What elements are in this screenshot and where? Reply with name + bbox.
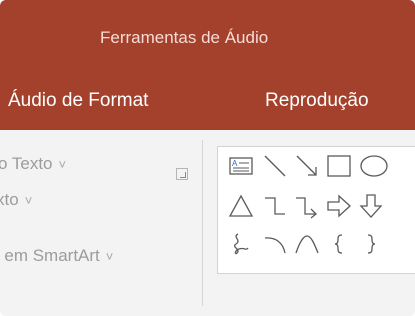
group-divider — [202, 140, 203, 306]
arrow-line-icon[interactable] — [294, 153, 320, 179]
powerpoint-ribbon: Ferramentas de Áudio Áudio de Format Rep… — [0, 0, 415, 316]
tab-audio-format[interactable]: Áudio de Format — [8, 90, 148, 112]
chevron-down-icon: ˅ — [58, 157, 67, 172]
convert-to-smartart-button[interactable]: r em SmartArt ˅ — [0, 246, 113, 266]
freeform-scribble-icon[interactable] — [228, 231, 254, 257]
tab-playback[interactable]: Reprodução — [265, 90, 369, 112]
arc-icon[interactable] — [262, 231, 288, 257]
contextual-tab-group-title: Ferramentas de Áudio — [100, 28, 269, 47]
chevron-down-icon: ˅ — [24, 193, 33, 208]
elbow-connector-icon[interactable] — [262, 193, 288, 219]
convert-to-smartart-label: r em SmartArt — [0, 246, 100, 265]
shapes-gallery: A — [217, 146, 415, 274]
text-direction-label: o Texto — [0, 154, 53, 173]
triangle-icon[interactable] — [228, 193, 254, 219]
text-box-icon[interactable]: A — [228, 153, 254, 179]
ribbon-header: Ferramentas de Áudio Áudio de Format Rep… — [0, 0, 415, 130]
rectangle-icon[interactable] — [326, 153, 352, 179]
svg-text:A: A — [232, 159, 238, 168]
text-direction-button[interactable]: o Texto ˅ — [0, 154, 66, 174]
down-arrow-icon[interactable] — [358, 193, 384, 219]
chevron-down-icon: ˅ — [105, 249, 114, 264]
align-text-label: xto — [0, 190, 19, 209]
oval-icon[interactable] — [358, 153, 398, 179]
align-text-button[interactable]: xto ˅ — [0, 190, 32, 210]
line-icon[interactable] — [262, 153, 288, 179]
right-brace-icon[interactable] — [358, 231, 384, 257]
curve-icon[interactable] — [294, 231, 320, 257]
right-arrow-icon[interactable] — [326, 193, 352, 219]
dialog-launcher-icon[interactable] — [176, 168, 188, 180]
left-brace-icon[interactable] — [326, 231, 352, 257]
elbow-arrow-connector-icon[interactable] — [294, 193, 320, 219]
